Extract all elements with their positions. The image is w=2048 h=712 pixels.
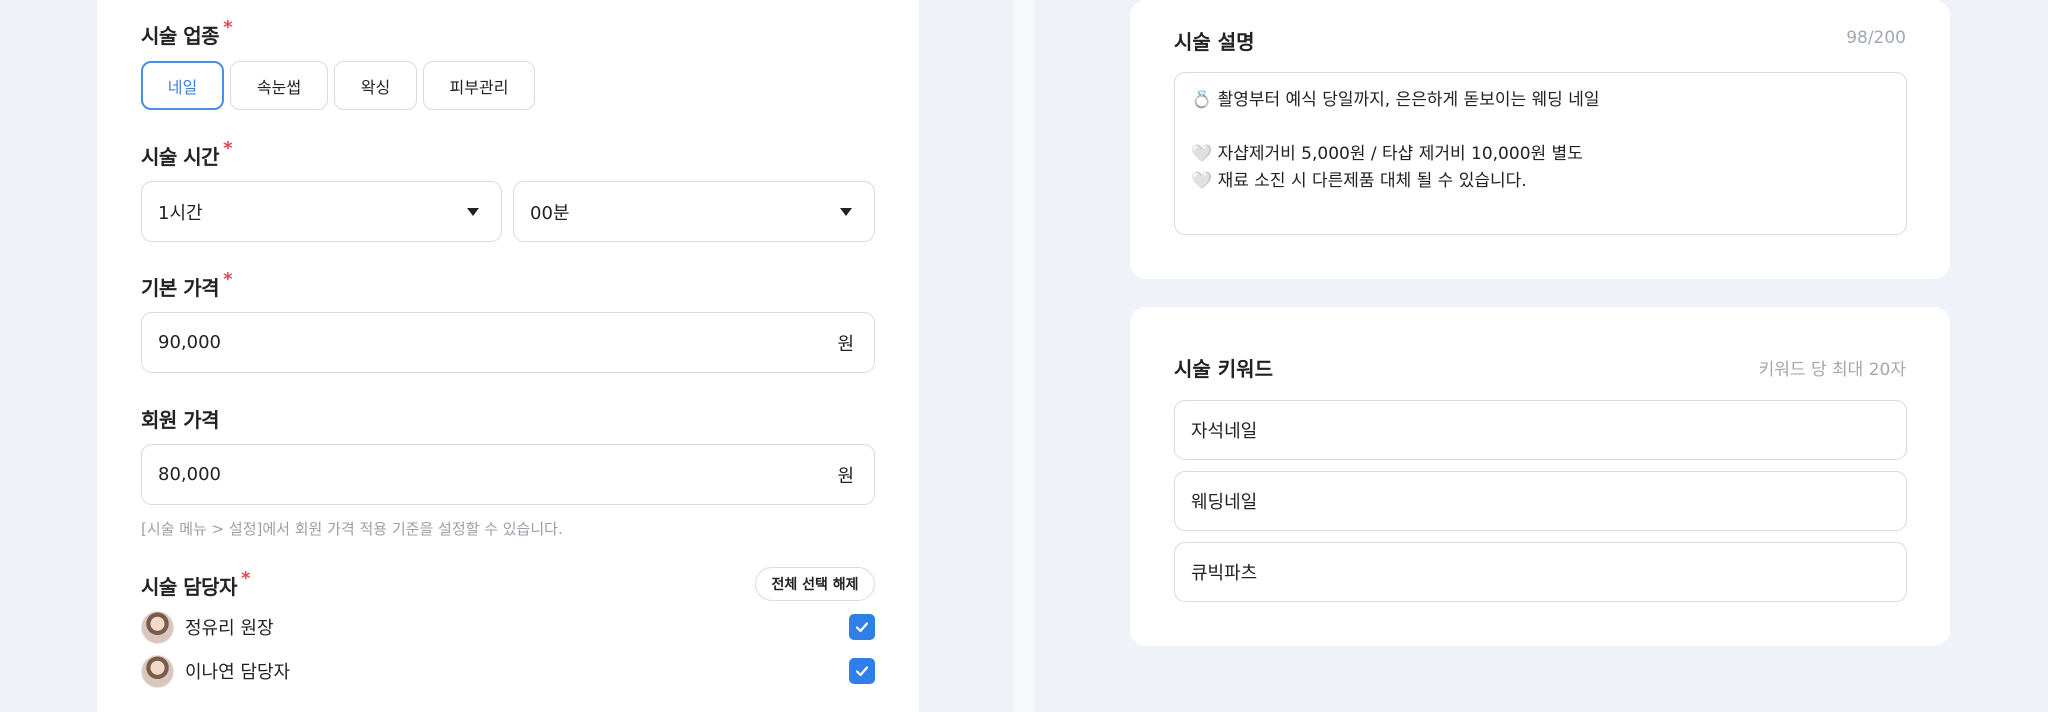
currency-unit: 원 <box>837 465 854 487</box>
base-price-label-text: 기본 가격 <box>141 276 220 300</box>
description-title: 시술 설명 <box>1174 30 1255 54</box>
keywords-card: 시술 키워드 키워드 당 최대 20자 자석네일 웨딩네일 큐빅파츠 <box>1130 307 1950 646</box>
currency-unit: 원 <box>837 333 854 355</box>
base-price-input[interactable]: 90,000 원 <box>141 312 875 373</box>
minutes-select-value: 00분 <box>530 202 570 224</box>
duration-label: 시술 시간 * <box>141 138 232 170</box>
minutes-select[interactable]: 00분 <box>513 181 875 242</box>
description-textarea[interactable]: 💍 촬영부터 예식 당일까지, 은은하게 돋보이는 웨딩 네일 🤍 자샵제거비 … <box>1174 72 1907 235</box>
member-price-label: 회원 가격 <box>141 404 220 433</box>
description-counter: 98/200 <box>1846 28 1906 48</box>
staff-row: 이나연 담당자 <box>141 653 875 689</box>
keyword-input[interactable]: 자석네일 <box>1174 400 1907 460</box>
avatar <box>141 610 174 644</box>
keyword-value: 웨딩네일 <box>1191 492 1258 513</box>
keyword-value: 큐빅파츠 <box>1191 563 1258 584</box>
member-price-label-text: 회원 가격 <box>141 408 220 432</box>
category-chip-skincare[interactable]: 피부관리 <box>423 61 535 110</box>
staff-checkbox[interactable] <box>849 614 875 640</box>
keyword-value: 자석네일 <box>1191 421 1258 442</box>
deselect-all-button[interactable]: 전체 선택 해제 <box>755 567 875 601</box>
chip-label: 네일 <box>167 77 198 97</box>
deselect-all-label: 전체 선택 해제 <box>771 577 859 593</box>
staff-row: 정유리 원장 <box>141 609 875 645</box>
description-line <box>1191 114 1890 141</box>
staff-label: 시술 담당자 * <box>141 568 250 600</box>
description-line: 🤍 자샵제거비 5,000원 / 타샵 제거비 10,000원 별도 <box>1191 144 1583 164</box>
category-chip-eyelash[interactable]: 속눈썹 <box>230 61 328 110</box>
staff-label-text: 시술 담당자 <box>141 575 237 599</box>
caret-down-icon <box>840 207 852 216</box>
keyword-input[interactable]: 큐빅파츠 <box>1174 542 1907 602</box>
duration-label-text: 시술 시간 <box>141 145 220 169</box>
check-icon <box>855 622 869 633</box>
chip-label: 속눈썹 <box>256 77 302 97</box>
keywords-limit-hint: 키워드 당 최대 20자 <box>1758 360 1906 380</box>
required-mark: * <box>223 17 232 38</box>
hours-select-value: 1시간 <box>158 202 203 224</box>
keywords-title: 시술 키워드 <box>1174 357 1273 381</box>
chip-label: 왁싱 <box>360 77 391 97</box>
category-chip-nail[interactable]: 네일 <box>141 61 224 110</box>
avatar <box>141 654 174 688</box>
base-price-value: 90,000 <box>158 332 221 353</box>
hours-select[interactable]: 1시간 <box>141 181 502 242</box>
member-price-hint: [시술 메뉴 > 설정]에서 회원 가격 적용 기준을 설정할 수 있습니다. <box>141 520 563 538</box>
category-label-text: 시술 업종 <box>141 24 220 48</box>
chip-label: 피부관리 <box>449 77 509 97</box>
check-icon <box>855 666 869 677</box>
category-label: 시술 업종 * <box>141 17 232 49</box>
staff-name: 정유리 원장 <box>185 618 274 639</box>
staff-name: 이나연 담당자 <box>185 662 291 683</box>
required-mark: * <box>223 269 232 290</box>
category-chip-waxing[interactable]: 왁싱 <box>334 61 417 110</box>
required-mark: * <box>240 568 250 589</box>
description-card: 시술 설명 98/200 💍 촬영부터 예식 당일까지, 은은하게 돋보이는 웨… <box>1130 0 1950 279</box>
keyword-input[interactable]: 웨딩네일 <box>1174 471 1907 531</box>
staff-checkbox[interactable] <box>849 658 875 684</box>
description-line: 💍 촬영부터 예식 당일까지, 은은하게 돋보이는 웨딩 네일 <box>1191 90 1600 110</box>
description-line: 🤍 재료 소진 시 다른제품 대체 될 수 있습니다. <box>1191 171 1527 191</box>
base-price-label: 기본 가격 * <box>141 269 232 301</box>
member-price-input[interactable]: 80,000 원 <box>141 444 875 505</box>
required-mark: * <box>223 138 232 159</box>
panel-divider <box>1014 0 1034 712</box>
caret-down-icon <box>467 207 479 216</box>
member-price-value: 80,000 <box>158 464 221 485</box>
